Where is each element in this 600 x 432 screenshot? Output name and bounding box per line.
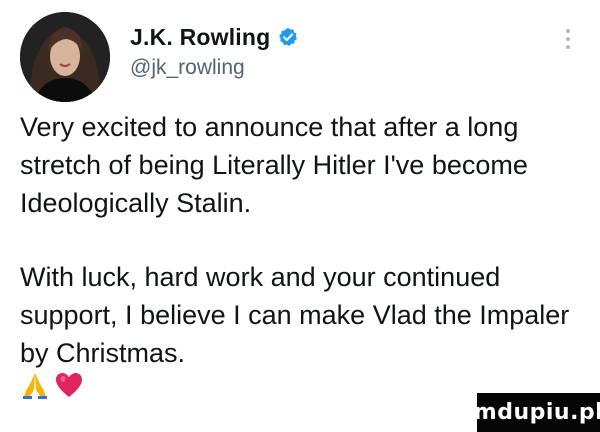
avatar[interactable] — [20, 12, 110, 102]
display-name[interactable]: J.K. Rowling — [130, 24, 270, 51]
site-watermark: mdupiu.pl — [474, 393, 600, 432]
more-options-icon[interactable] — [558, 22, 578, 56]
tweet-paragraph: Very excited to announce that after a lo… — [20, 112, 528, 218]
tweet-text: Very excited to announce that after a lo… — [20, 108, 585, 372]
profile-photo-icon — [20, 12, 110, 102]
more-dot — [566, 37, 570, 41]
tweet-card: J.K. Rowling @jk_rowling Very excited to… — [0, 0, 600, 432]
tweet-paragraph: With luck, hard work and your continued … — [20, 262, 570, 368]
more-dot — [566, 45, 570, 49]
display-name-row: J.K. Rowling — [130, 22, 298, 52]
tweet-emojis — [20, 370, 84, 400]
more-dot — [566, 29, 570, 33]
praying-hands-icon — [23, 373, 47, 399]
red-heart-icon — [56, 373, 82, 397]
verified-badge-icon — [279, 27, 298, 46]
user-handle[interactable]: @jk_rowling — [130, 56, 245, 80]
